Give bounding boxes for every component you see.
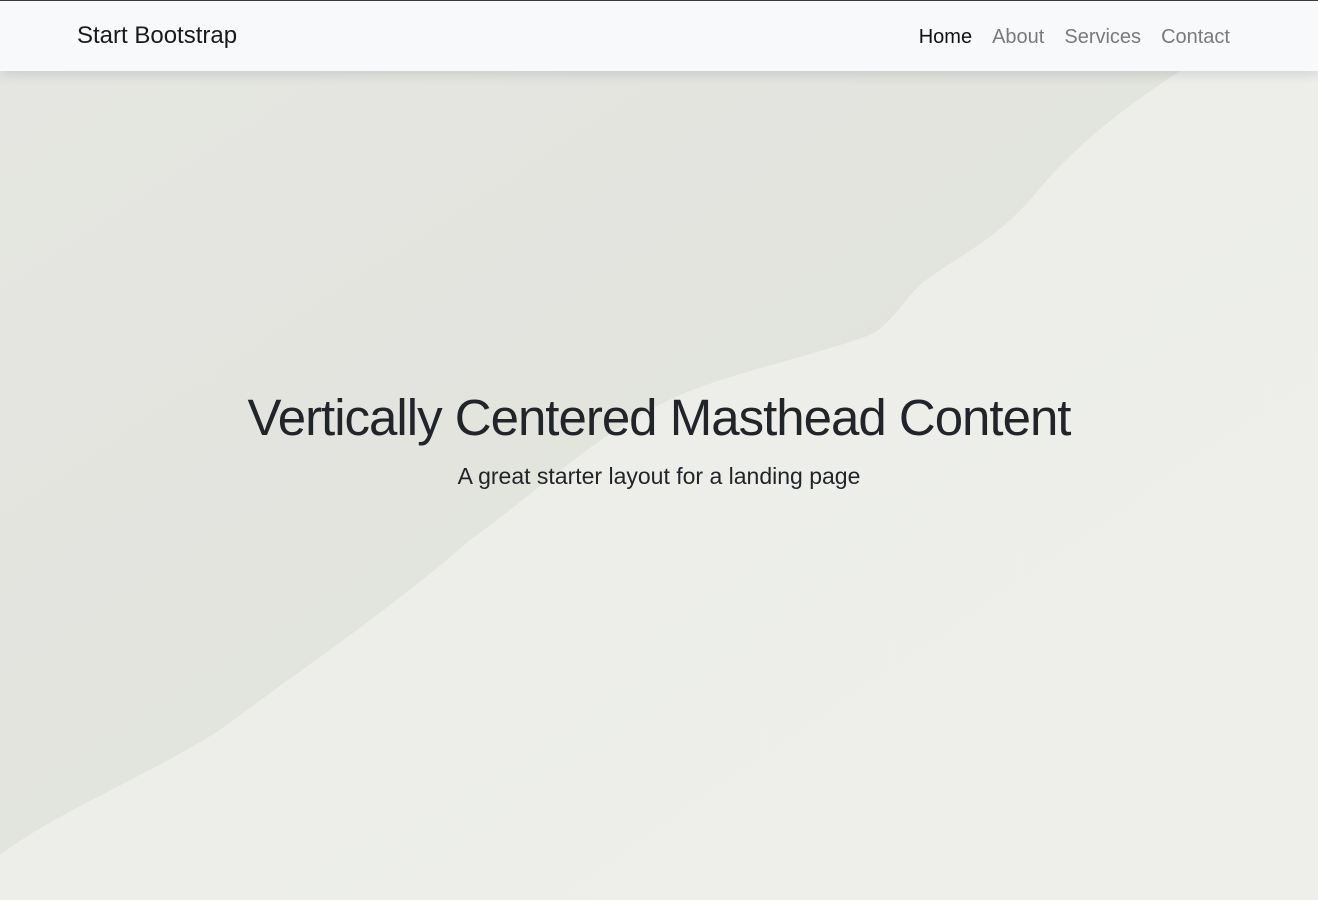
- nav-link-about[interactable]: About: [992, 26, 1044, 48]
- nav-item-about: About: [992, 24, 1044, 50]
- nav-link-contact[interactable]: Contact: [1161, 26, 1230, 48]
- navbar-brand[interactable]: Start Bootstrap: [77, 21, 237, 51]
- nav-item-contact: Contact: [1161, 24, 1230, 50]
- nav-link-home[interactable]: Home: [919, 26, 972, 48]
- navbar: Start Bootstrap Home About Services Cont…: [0, 0, 1318, 71]
- masthead-heading: Vertically Centered Masthead Content: [247, 389, 1072, 446]
- navbar-nav: Home About Services Contact: [899, 24, 1230, 50]
- masthead-subheading: A great starter layout for a landing pag…: [457, 463, 861, 489]
- nav-item-services: Services: [1064, 24, 1141, 50]
- page: Start Bootstrap Home About Services Cont…: [0, 0, 1318, 900]
- masthead: Vertically Centered Masthead Content A g…: [0, 71, 1318, 900]
- nav-item-home: Home: [919, 24, 972, 50]
- nav-link-services[interactable]: Services: [1064, 26, 1141, 48]
